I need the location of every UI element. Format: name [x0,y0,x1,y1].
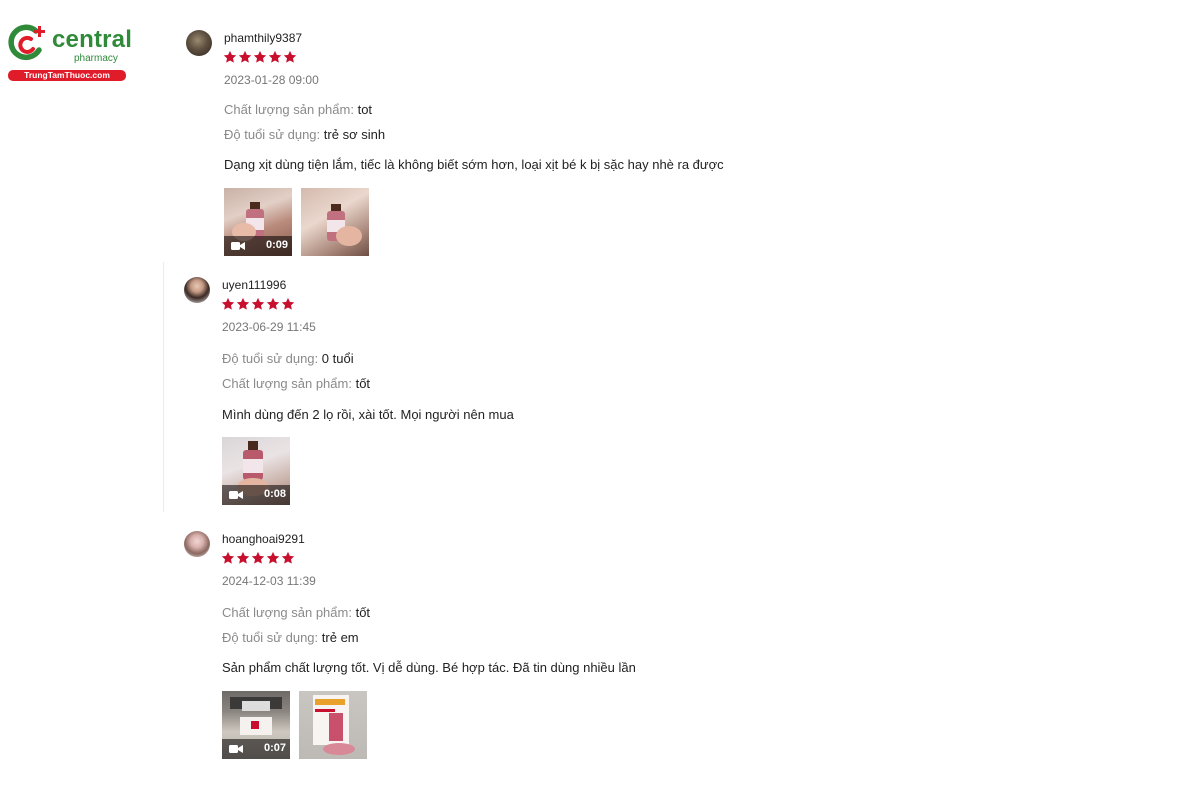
star-icon [238,50,252,63]
product-photo [313,695,355,755]
review-username: uyen111996 [222,278,287,292]
star-icon [236,297,250,310]
attribute-label: Độ tuổi sử dụng: [222,630,319,645]
divider [163,262,164,512]
review-attribute: Chất lượng sản phẩm: tốt [222,376,370,391]
review-comment: Mình dùng đến 2 lọ rồi, xài tốt. Mọi ngư… [222,407,514,422]
review-item: uyen111996 2023-06-29 11:45 Độ tuổi sử d… [184,277,784,512]
avatar [186,30,212,56]
brand-logo[interactable]: central pharmacy TrungTamThuoc.com [6,22,132,84]
attribute-label: Chất lượng sản phẩm: [224,102,354,117]
central-pharmacy-logo-icon [8,24,45,61]
video-camera-icon [231,242,245,250]
attribute-value: tốt [355,376,371,391]
attribute-label: Chất lượng sản phẩm: [222,605,352,620]
video-overlay: 0:07 [222,739,290,759]
product-photo [327,204,362,246]
review-comment: Dạng xịt dùng tiện lắm, tiếc là không bi… [224,157,724,172]
attribute-value: tốt [355,605,371,620]
video-overlay: 0:08 [222,485,290,505]
review-date: 2023-06-29 11:45 [222,320,316,334]
video-overlay: 0:09 [224,236,292,256]
video-duration: 0:08 [263,488,286,500]
review-item: phamthily9387 2023-01-28 09:00 Chất lượn… [186,30,786,260]
video-camera-icon [229,491,243,499]
attribute-value: tot [357,102,373,117]
video-thumbnail[interactable]: 0:09 [224,188,292,256]
rating-stars [221,551,295,565]
image-thumbnail[interactable] [299,691,367,759]
star-icon [253,50,267,63]
review-attribute: Chất lượng sản phẩm: tot [224,102,372,117]
attribute-label: Độ tuổi sử dụng: [222,351,319,366]
review-attribute: Độ tuổi sử dụng: 0 tuổi [222,351,354,366]
attribute-value: 0 tuổi [321,351,354,366]
review-media: 0:07 [222,691,367,759]
star-icon [283,50,297,63]
brand-site: TrungTamThuoc.com [8,70,126,81]
review-item: hoanghoai9291 2024-12-03 11:39 Chất lượn… [184,531,784,766]
rating-stars [221,297,295,311]
star-icon [281,297,295,310]
brand-name: central [52,26,133,53]
star-icon [281,551,295,564]
video-thumbnail[interactable]: 0:08 [222,437,290,505]
star-icon [266,551,280,564]
review-attribute: Độ tuổi sử dụng: trẻ em [222,630,359,645]
rating-stars [223,50,297,64]
brand-tagline: pharmacy [74,53,118,64]
star-icon [221,297,235,310]
image-thumbnail[interactable] [301,188,369,256]
review-comment: Sản phẩm chất lượng tốt. Vị dễ dùng. Bé … [222,660,636,675]
video-duration: 0:09 [265,239,288,251]
review-media: 0:08 [222,437,290,505]
attribute-label: Chất lượng sản phẩm: [222,376,352,391]
star-icon [268,50,282,63]
video-duration: 0:07 [263,742,286,754]
avatar [184,531,210,557]
review-username: hoanghoai9291 [222,532,305,546]
attribute-value: trẻ sơ sinh [323,127,386,142]
review-date: 2024-12-03 11:39 [222,574,316,588]
attribute-label: Độ tuổi sử dụng: [224,127,321,142]
attribute-value: trẻ em [321,630,359,645]
review-attribute: Chất lượng sản phẩm: tốt [222,605,370,620]
star-icon [266,297,280,310]
review-attribute: Độ tuổi sử dụng: trẻ sơ sinh [224,127,385,142]
star-icon [223,50,237,63]
star-icon [251,297,265,310]
star-icon [236,551,250,564]
video-thumbnail[interactable]: 0:07 [222,691,290,759]
star-icon [251,551,265,564]
star-icon [221,551,235,564]
video-camera-icon [229,745,243,753]
review-username: phamthily9387 [224,31,303,45]
avatar [184,277,210,303]
review-media: 0:09 [224,188,369,256]
review-date: 2023-01-28 09:00 [224,73,319,87]
